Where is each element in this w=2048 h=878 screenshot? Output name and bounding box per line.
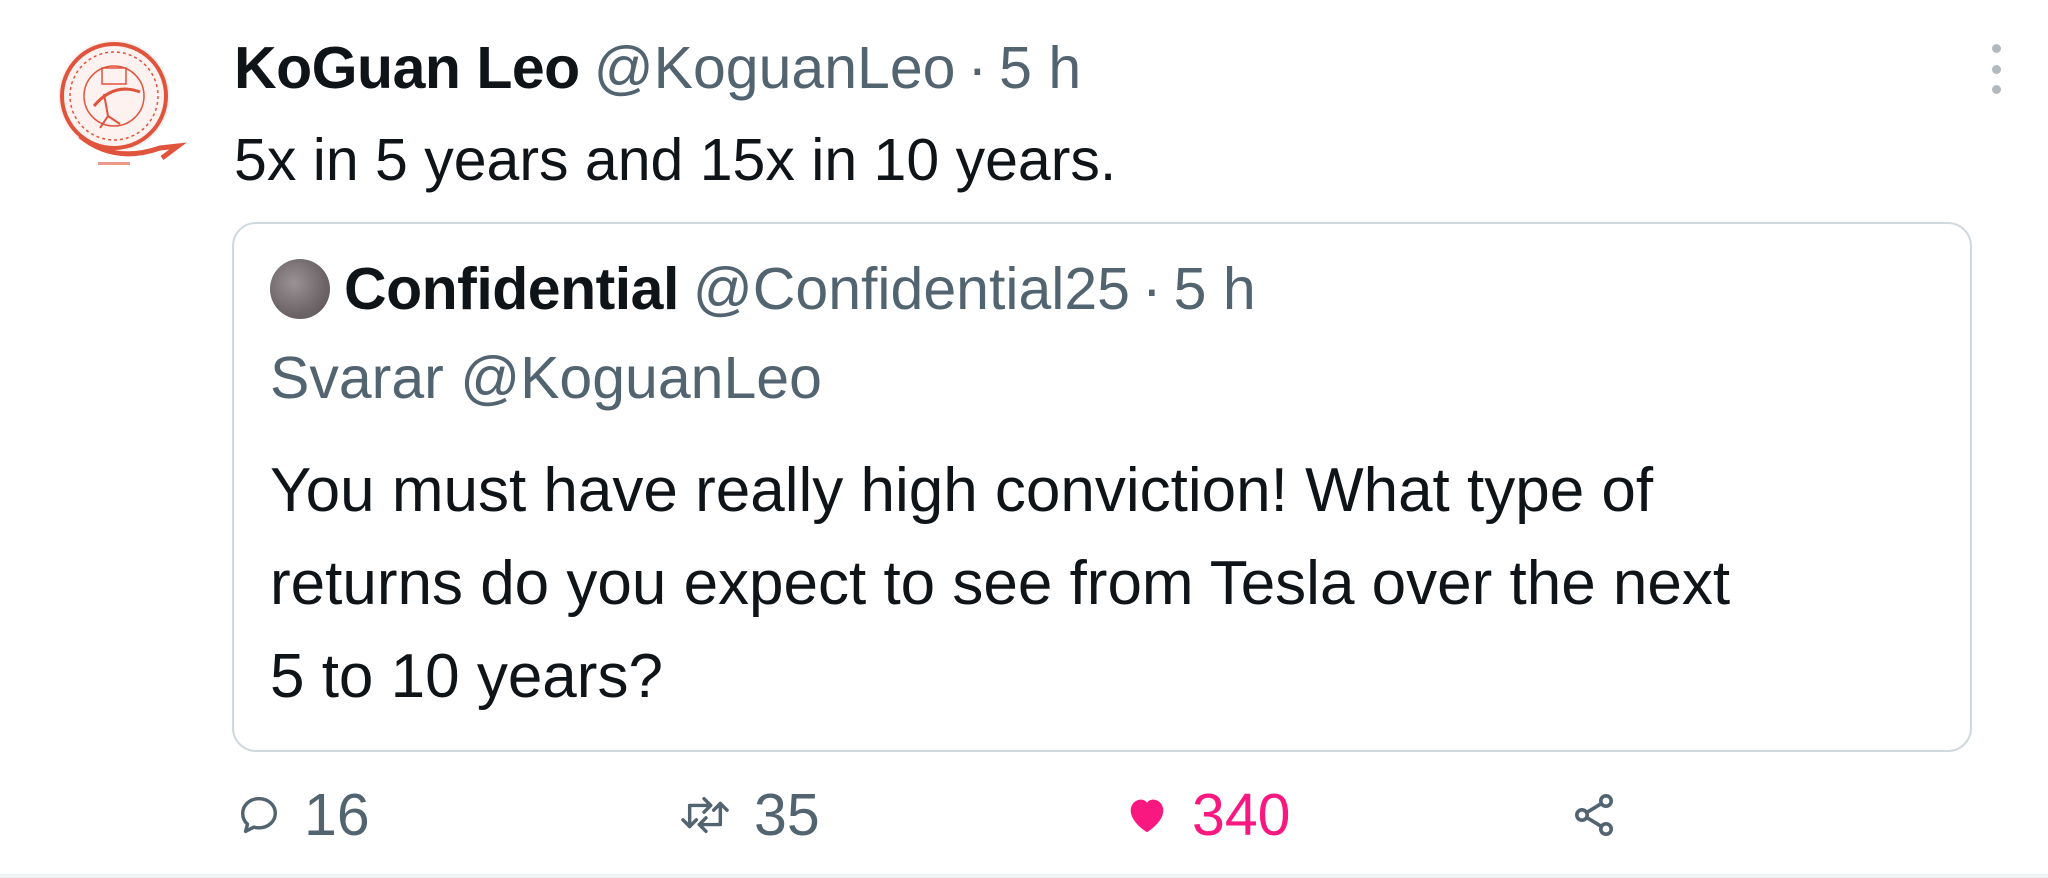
quoted-author-display-name: Confidential <box>344 256 679 322</box>
replying-to-handle[interactable]: @KoguanLeo <box>460 345 822 411</box>
like-button[interactable]: 340 <box>1124 780 1290 850</box>
tweet-header: KoGuan Leo @KoguanLeo · 5 h <box>234 30 1081 106</box>
retweet-icon <box>681 796 729 834</box>
replying-to-label: Svarar <box>270 345 444 411</box>
like-count: 340 <box>1192 782 1291 848</box>
replying-to: Svarar @KoguanLeo <box>270 344 822 412</box>
quoted-header-separator: · <box>1142 256 1162 322</box>
share-icon <box>1575 794 1613 836</box>
tweet-divider <box>0 874 2048 878</box>
tweet-timestamp[interactable]: 5 h <box>999 34 1081 102</box>
author-avatar[interactable] <box>50 36 190 176</box>
more-dot <box>1991 85 2001 94</box>
heart-icon <box>1130 799 1164 833</box>
more-dot <box>1991 64 2001 74</box>
quoted-tweet-text: You must have really high conviction! Wh… <box>270 456 1731 711</box>
author-display-name[interactable]: KoGuan Leo <box>234 34 580 102</box>
red-seal-avatar-icon <box>58 40 187 165</box>
quoted-tweet-timestamp: 5 h <box>1173 256 1256 322</box>
tweet[interactable]: KoGuan Leo @KoguanLeo · 5 h 5x in 5 year… <box>0 0 2048 874</box>
quoted-tweet-header: Confidential @Confidential25 · 5 h <box>270 254 1256 324</box>
tweet-actions: 16 35 340 <box>236 780 1936 850</box>
retweet-button[interactable]: 35 <box>678 780 820 850</box>
quoted-author-avatar <box>270 259 330 319</box>
reply-count: 16 <box>304 782 370 848</box>
more-dot <box>1991 44 2001 53</box>
author-handle[interactable]: @KoguanLeo <box>594 34 956 102</box>
header-separator: · <box>967 35 988 101</box>
retweet-count: 35 <box>754 782 820 848</box>
quoted-tweet[interactable]: Confidential @Confidential25 · 5 h Svara… <box>232 222 1972 752</box>
reply-button[interactable]: 16 <box>236 780 370 850</box>
quoted-author-handle: @Confidential25 <box>692 256 1130 322</box>
share-button[interactable] <box>1570 780 1618 850</box>
tweet-text: 5x in 5 years and 15x in 10 years. <box>234 127 1117 193</box>
more-vertical-icon[interactable] <box>1984 44 2008 94</box>
reply-icon <box>240 796 278 834</box>
